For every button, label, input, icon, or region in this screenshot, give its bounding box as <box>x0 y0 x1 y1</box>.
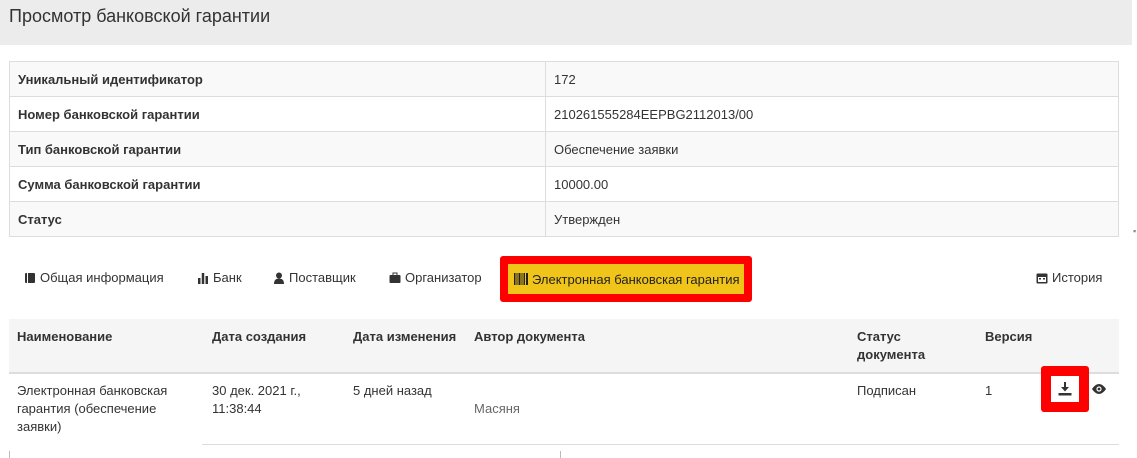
row-divider <box>202 444 1119 445</box>
column-header-author[interactable]: Автор документа <box>474 328 585 346</box>
column-header-modified[interactable]: Дата изменения <box>353 328 456 346</box>
tab-bank[interactable]: Банк <box>197 270 242 285</box>
column-header-created[interactable]: Дата создания <box>212 328 306 346</box>
info-value: 10000.00 <box>545 166 1119 202</box>
document-status: Подписан <box>857 383 917 398</box>
tab-label: Банк <box>213 270 242 285</box>
document-name-line: Электронная банковская <box>17 383 168 398</box>
tab-general[interactable]: Общая информация <box>24 270 164 285</box>
info-row: Тип банковской гарантии Обеспечение заяв… <box>9 131 1119 167</box>
book-icon <box>25 272 35 283</box>
page-title: Просмотр банковской гарантии <box>9 6 271 26</box>
document-name[interactable]: Электронная банковская гарантия (обеспеч… <box>17 382 167 436</box>
info-label: Тип банковской гарантии <box>9 131 546 167</box>
eye-icon <box>1092 384 1106 394</box>
column-header-version[interactable]: Версия <box>985 328 1032 346</box>
briefcase-icon <box>389 272 401 283</box>
tab-bar: Общая информация Банк Поставщик Организа… <box>9 256 1119 302</box>
tab-label: Электронная банковская гарантия <box>532 271 740 287</box>
document-modified: 5 дней назад <box>353 383 432 398</box>
document-author: Масяня <box>474 401 520 416</box>
info-row: Статус Утвержден <box>9 201 1119 237</box>
tab-organizer[interactable]: Организатор <box>389 270 482 285</box>
column-header-name[interactable]: Наименование <box>17 328 112 346</box>
documents-header: Наименование Дата создания Дата изменени… <box>9 319 1119 374</box>
column-header-status[interactable]: Статус документа <box>857 328 925 364</box>
barcode-icon <box>514 273 528 285</box>
tab-history[interactable]: История <box>1036 270 1102 285</box>
document-version: 1 <box>985 383 993 398</box>
document-created-line: 30 дек. 2021 г., <box>212 383 301 398</box>
column-header-status-line: документа <box>857 347 926 362</box>
info-label: Сумма банковской гарантии <box>9 166 546 202</box>
page-header: Просмотр банковской гарантии <box>0 0 1132 45</box>
download-icon <box>1058 382 1072 396</box>
tab-label: Общая информация <box>40 270 164 285</box>
tab-eguarantee[interactable]: Электронная банковская гарантия <box>508 264 744 294</box>
resize-handle[interactable]: ▪ <box>1133 226 1136 236</box>
document-created: 30 дек. 2021 г., 11:38:44 <box>212 382 301 418</box>
download-highlight <box>1041 366 1089 412</box>
download-button[interactable] <box>1051 376 1079 402</box>
info-label: Статус <box>9 201 546 237</box>
info-value: 210261555284EEPBG2112013/00 <box>545 96 1119 132</box>
document-created-line: 11:38:44 <box>212 401 262 416</box>
info-row: Сумма банковской гарантии 10000.00 <box>9 166 1119 202</box>
tab-label: Организатор <box>405 270 482 285</box>
calendar-icon <box>1036 273 1048 283</box>
info-row: Номер банковской гарантии 210261555284EE… <box>9 96 1119 132</box>
ruler-tick <box>560 451 561 458</box>
tab-label: История <box>1052 270 1103 285</box>
info-label: Номер банковской гарантии <box>9 96 546 132</box>
bar-chart-icon <box>198 272 208 284</box>
tab-eguarantee-highlight: Электронная банковская гарантия <box>500 256 752 302</box>
column-header-status-line: Статус <box>857 329 901 344</box>
info-value: Обеспечение заявки <box>545 131 1119 167</box>
tab-supplier[interactable]: Поставщик <box>273 270 356 285</box>
ruler-tick <box>9 451 10 458</box>
tab-label: Поставщик <box>289 270 356 285</box>
view-button[interactable] <box>1091 382 1107 400</box>
info-value: Утвержден <box>545 201 1119 237</box>
info-label: Уникальный идентификатор <box>9 61 546 97</box>
info-row: Уникальный идентификатор 172 <box>9 61 1119 97</box>
info-value: 172 <box>545 61 1119 97</box>
guarantee-info-table: Уникальный идентификатор 172 Номер банко… <box>9 61 1119 237</box>
document-name-line: заявки) <box>17 419 62 434</box>
document-name-line: гарантия (обеспечение <box>17 401 157 416</box>
user-icon <box>274 272 284 284</box>
